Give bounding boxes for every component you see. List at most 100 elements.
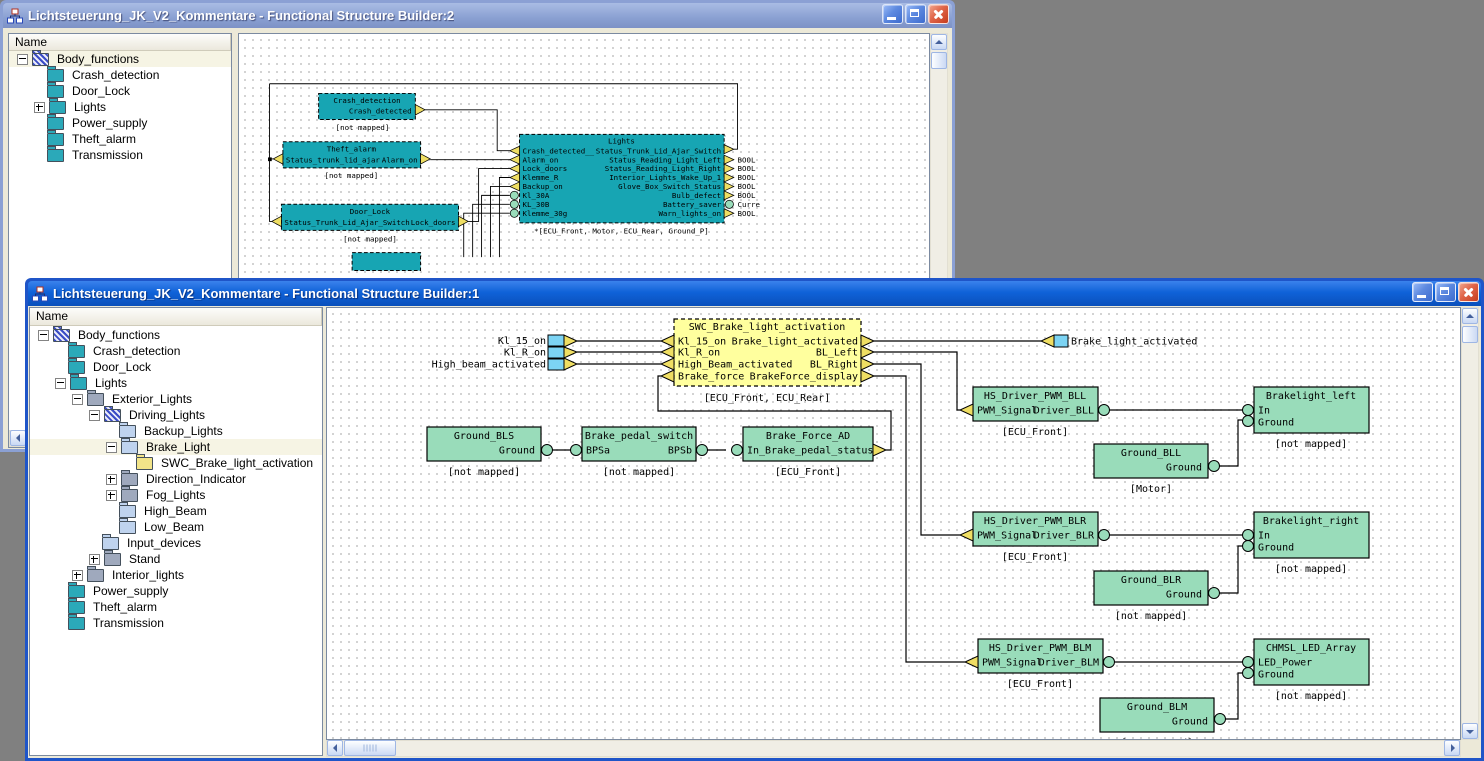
tree-item-transmission[interactable]: Transmission [9, 147, 231, 163]
port-in-power[interactable] [732, 445, 743, 456]
tree-item-theft-alarm[interactable]: Theft_alarm [30, 599, 322, 615]
block-theft-alarm[interactable]: Theft_alarm Status_trunk_lid_ajar Alarm_… [273, 142, 430, 180]
collapse-icon[interactable] [17, 54, 28, 65]
port-out[interactable] [564, 335, 577, 347]
block-hs-driver-pwm-blm[interactable]: HS_Driver_PWM_BLM PWM_Signal Driver_BLM … [965, 639, 1115, 690]
scroll-left-button[interactable] [10, 430, 26, 446]
port-in-power[interactable] [510, 191, 518, 199]
expand-icon[interactable] [106, 490, 117, 501]
port-in-power[interactable] [1243, 657, 1254, 668]
tree-item-crash-detection[interactable]: Crash_detection [30, 343, 322, 359]
tree-item-body-functions[interactable]: Body_functions [9, 51, 231, 67]
port-in[interactable] [661, 335, 674, 347]
tree-item-fog-lights[interactable]: Fog_Lights [30, 487, 322, 503]
minimize-button[interactable] [882, 4, 903, 24]
tree-item-driving-lights[interactable]: Driving_Lights [30, 407, 322, 423]
port-in[interactable] [661, 358, 674, 370]
external-port-square[interactable] [548, 335, 564, 346]
collapse-icon[interactable] [89, 410, 100, 421]
port-out[interactable] [861, 358, 874, 370]
tree-item-crash-detection[interactable]: Crash_detection [9, 67, 231, 83]
tree-item-power-supply[interactable]: Power_supply [30, 583, 322, 599]
port-in-power[interactable] [1243, 668, 1254, 679]
port-in[interactable] [661, 370, 674, 382]
scroll-thumb[interactable] [1462, 326, 1478, 343]
port-out-alarm-on[interactable] [421, 154, 431, 164]
block-brake-force-ad[interactable]: Brake_Force_AD In_Brake_pedal_status [EC… [732, 427, 887, 478]
maximize-button[interactable] [1435, 282, 1456, 302]
tree-item-door-lock[interactable]: Door_Lock [9, 83, 231, 99]
tree-item-door-lock[interactable]: Door_Lock [30, 359, 322, 375]
port-in[interactable] [510, 173, 520, 182]
tree-item-brake-light[interactable]: Brake_Light [30, 439, 322, 455]
port-in-status-trunk-lid-ajar[interactable] [273, 154, 283, 164]
tree-item-high-beam[interactable]: High_Beam [30, 503, 322, 519]
port-out-power[interactable] [542, 445, 553, 456]
port-out-power[interactable] [1099, 530, 1110, 541]
port-out[interactable] [861, 370, 874, 382]
port-in-status-switch[interactable] [272, 216, 282, 226]
block-brakelight-right[interactable]: Brakelight_right In Ground [not mapped] [1243, 512, 1370, 575]
diagram-canvas-1[interactable]: Kl_15_on Kl_R_on High_beam_activated SWC [326, 307, 1461, 740]
port-out-power[interactable] [1209, 461, 1220, 472]
external-output[interactable]: Brake_light_activated [1041, 335, 1197, 348]
diagram-vscrollbar-1[interactable] [1461, 307, 1479, 740]
port-out-power[interactable] [697, 445, 708, 456]
block-ground-bll[interactable]: Ground_BLL Ground [Motor] [1094, 444, 1220, 495]
block-brakelight-left[interactable]: Brakelight_left In Ground [not mapped] [1243, 387, 1370, 450]
port-in-power[interactable] [510, 200, 518, 208]
tree-item-input-devices[interactable]: Input_devices [30, 535, 322, 551]
port-in[interactable] [510, 146, 520, 155]
external-inputs[interactable]: Kl_15_on Kl_R_on High_beam_activated [432, 335, 577, 371]
tree-item-direction-indicator[interactable]: Direction_Indicator [30, 471, 322, 487]
tree-item-interior-lights[interactable]: Interior_lights [30, 567, 322, 583]
port-out[interactable] [861, 335, 874, 347]
expand-icon[interactable] [34, 102, 45, 113]
tree-item-swc-brake-light-activation[interactable]: SWC_Brake_light_activation [30, 455, 322, 471]
scroll-up-button[interactable] [1462, 308, 1478, 324]
maximize-button[interactable] [905, 4, 926, 24]
port-out[interactable] [564, 347, 577, 358]
minimize-button[interactable] [1412, 282, 1433, 302]
port-out-power[interactable] [1209, 588, 1220, 599]
scroll-down-button[interactable] [1462, 723, 1478, 739]
port-out[interactable] [724, 191, 734, 200]
port-in-power[interactable] [1243, 541, 1254, 552]
tree-item-stand[interactable]: Stand [30, 551, 322, 567]
scroll-left-button[interactable] [327, 740, 343, 756]
port-in[interactable] [960, 529, 973, 541]
scroll-thumb[interactable] [931, 52, 947, 69]
tree-item-power-supply[interactable]: Power_supply [9, 115, 231, 131]
port-out[interactable] [564, 358, 577, 370]
tree-item-lights[interactable]: Lights [9, 99, 231, 115]
port-out[interactable] [861, 346, 874, 358]
port-out[interactable] [873, 444, 886, 456]
tree-item-theft-alarm[interactable]: Theft_alarm [9, 131, 231, 147]
port-out[interactable] [724, 209, 734, 218]
block-door-lock[interactable]: Door_Lock Status_Trunk_Lid_Ajar_Switch L… [272, 204, 468, 243]
expand-icon[interactable] [72, 570, 83, 581]
port-in-power[interactable] [1243, 405, 1254, 416]
collapse-icon[interactable] [55, 378, 66, 389]
block-hs-driver-pwm-bll[interactable]: HS_Driver_PWM_BLL PWM_Signal Driver_BLL … [960, 387, 1110, 438]
port-out-power[interactable] [1215, 714, 1226, 725]
scroll-thumb[interactable] [344, 740, 396, 756]
block-hs-driver-pwm-blr[interactable]: HS_Driver_PWM_BLR PWM_Signal Driver_BLR … [960, 512, 1110, 563]
scroll-up-button[interactable] [931, 34, 947, 50]
block-crash-detection[interactable]: Crash_detection Crash_detected [not mapp… [319, 93, 425, 131]
port-in[interactable] [510, 155, 520, 164]
tree-item-lights[interactable]: Lights [30, 375, 322, 391]
block-ground-blr[interactable]: Ground_BLR Ground [not mapped] [1094, 571, 1220, 622]
block-partial-hidden[interactable] [352, 253, 420, 271]
fsb-diagram-1[interactable]: Kl_15_on Kl_R_on High_beam_activated SWC [327, 308, 1461, 740]
titlebar-builder-2[interactable]: Lichtsteuerung_JK_V2_Kommentare - Functi… [3, 3, 952, 28]
diagram-hscrollbar-1[interactable] [326, 740, 1461, 757]
port-out[interactable] [724, 145, 734, 154]
port-out-power[interactable] [725, 200, 733, 208]
port-in[interactable] [510, 182, 520, 191]
port-in[interactable] [1041, 335, 1054, 347]
tree-item-exterior-lights[interactable]: Exterior_Lights [30, 391, 322, 407]
tree-item-backup-lights[interactable]: Backup_Lights [30, 423, 322, 439]
port-in-power[interactable] [1243, 416, 1254, 427]
collapse-icon[interactable] [106, 442, 117, 453]
